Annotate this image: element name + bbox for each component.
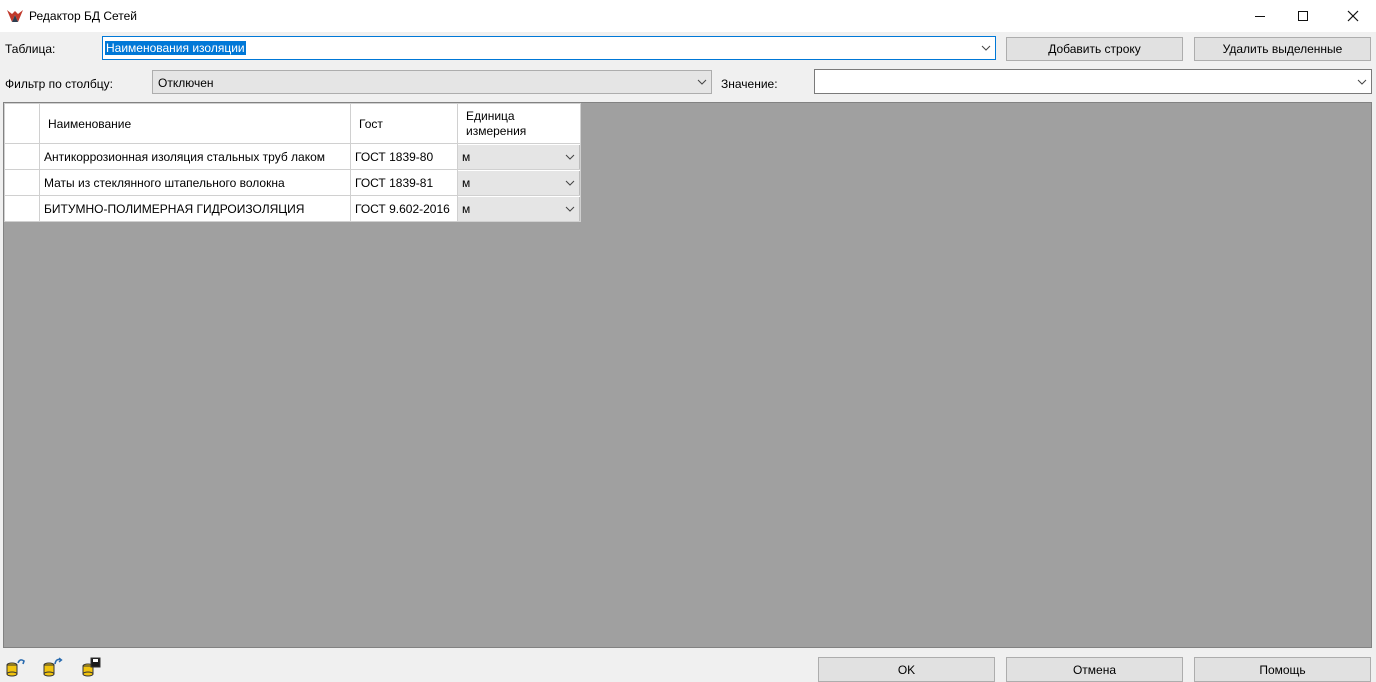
maximize-icon [1298,11,1308,21]
row-header[interactable] [4,195,40,222]
cell-unit[interactable]: м [457,169,581,196]
cancel-button[interactable]: Отмена [1006,657,1183,682]
filter-label: Фильтр по столбцу: [5,77,114,91]
row-header[interactable] [4,169,40,196]
table-select[interactable]: Наименования изоляции [102,36,996,60]
db-load-icon [6,659,25,677]
data-grid-table: Наименование Гост Единица измерения Анти… [4,103,581,222]
filter-column-select[interactable]: Отключен [152,70,712,94]
unit-dropdown-value: м [462,201,471,216]
db-refresh-icon [43,657,63,677]
column-header-unit[interactable]: Единица измерения [457,103,581,144]
cell-name[interactable]: Антикоррозионная изоляция стальных труб … [39,143,351,170]
cell-gost[interactable]: ГОСТ 1839-81 [350,169,458,196]
cell-name[interactable]: Маты из стеклянного штапельного волокна [39,169,351,196]
table-row[interactable]: Антикоррозионная изоляция стальных труб … [4,143,581,170]
chevron-down-icon[interactable] [563,150,577,164]
db-export-button[interactable] [81,656,103,678]
table-row[interactable]: Маты из стеклянного штапельного волокна … [4,169,581,196]
unit-dropdown-value: м [462,175,471,190]
unit-dropdown[interactable]: м [458,170,580,195]
add-row-button[interactable]: Добавить строку [1006,37,1183,61]
cell-gost[interactable]: ГОСТ 9.602-2016 [350,195,458,222]
filter-value-select[interactable] [814,69,1372,94]
chevron-down-icon[interactable] [563,202,577,216]
db-refresh-button[interactable] [42,656,64,678]
close-icon [1347,10,1359,22]
grid-header-row: Наименование Гост Единица измерения [4,103,581,144]
chevron-down-icon[interactable] [1355,75,1369,89]
ok-button[interactable]: OK [818,657,995,682]
db-export-icon [82,657,101,677]
close-button[interactable] [1330,0,1376,32]
grid-corner-cell[interactable] [4,103,40,144]
title-bar: Редактор БД Сетей [0,0,1376,32]
cell-unit[interactable]: м [457,195,581,222]
cell-unit[interactable]: м [457,143,581,170]
cell-gost[interactable]: ГОСТ 1839-80 [350,143,458,170]
window-title: Редактор БД Сетей [29,9,138,23]
value-label: Значение: [721,77,778,91]
cell-name[interactable]: БИТУМНО-ПОЛИМЕРНАЯ ГИДРОИЗОЛЯЦИЯ [39,195,351,222]
column-header-gost[interactable]: Гост [350,103,458,144]
delete-selected-button[interactable]: Удалить выделенные [1194,37,1371,61]
table-row[interactable]: БИТУМНО-ПОЛИМЕРНАЯ ГИДРОИЗОЛЯЦИЯ ГОСТ 9.… [4,195,581,222]
chevron-down-icon[interactable] [695,75,709,89]
chevron-down-icon[interactable] [563,176,577,190]
row-header[interactable] [4,143,40,170]
table-label: Таблица: [5,42,56,56]
chevron-down-icon[interactable] [979,41,993,55]
maximize-button[interactable] [1280,0,1326,32]
help-button[interactable]: Помощь [1194,657,1371,682]
table-select-value: Наименования изоляции [105,41,246,55]
data-grid[interactable]: Наименование Гост Единица измерения Анти… [3,102,1372,648]
minimize-icon [1255,16,1265,17]
unit-dropdown-value: м [462,149,471,164]
db-load-button[interactable] [5,656,27,678]
unit-dropdown[interactable]: м [458,144,580,169]
filter-column-value: Отключен [158,76,214,90]
column-header-name[interactable]: Наименование [39,103,351,144]
unit-dropdown[interactable]: м [458,196,580,221]
app-logo-icon [7,10,23,22]
minimize-button[interactable] [1237,0,1283,32]
